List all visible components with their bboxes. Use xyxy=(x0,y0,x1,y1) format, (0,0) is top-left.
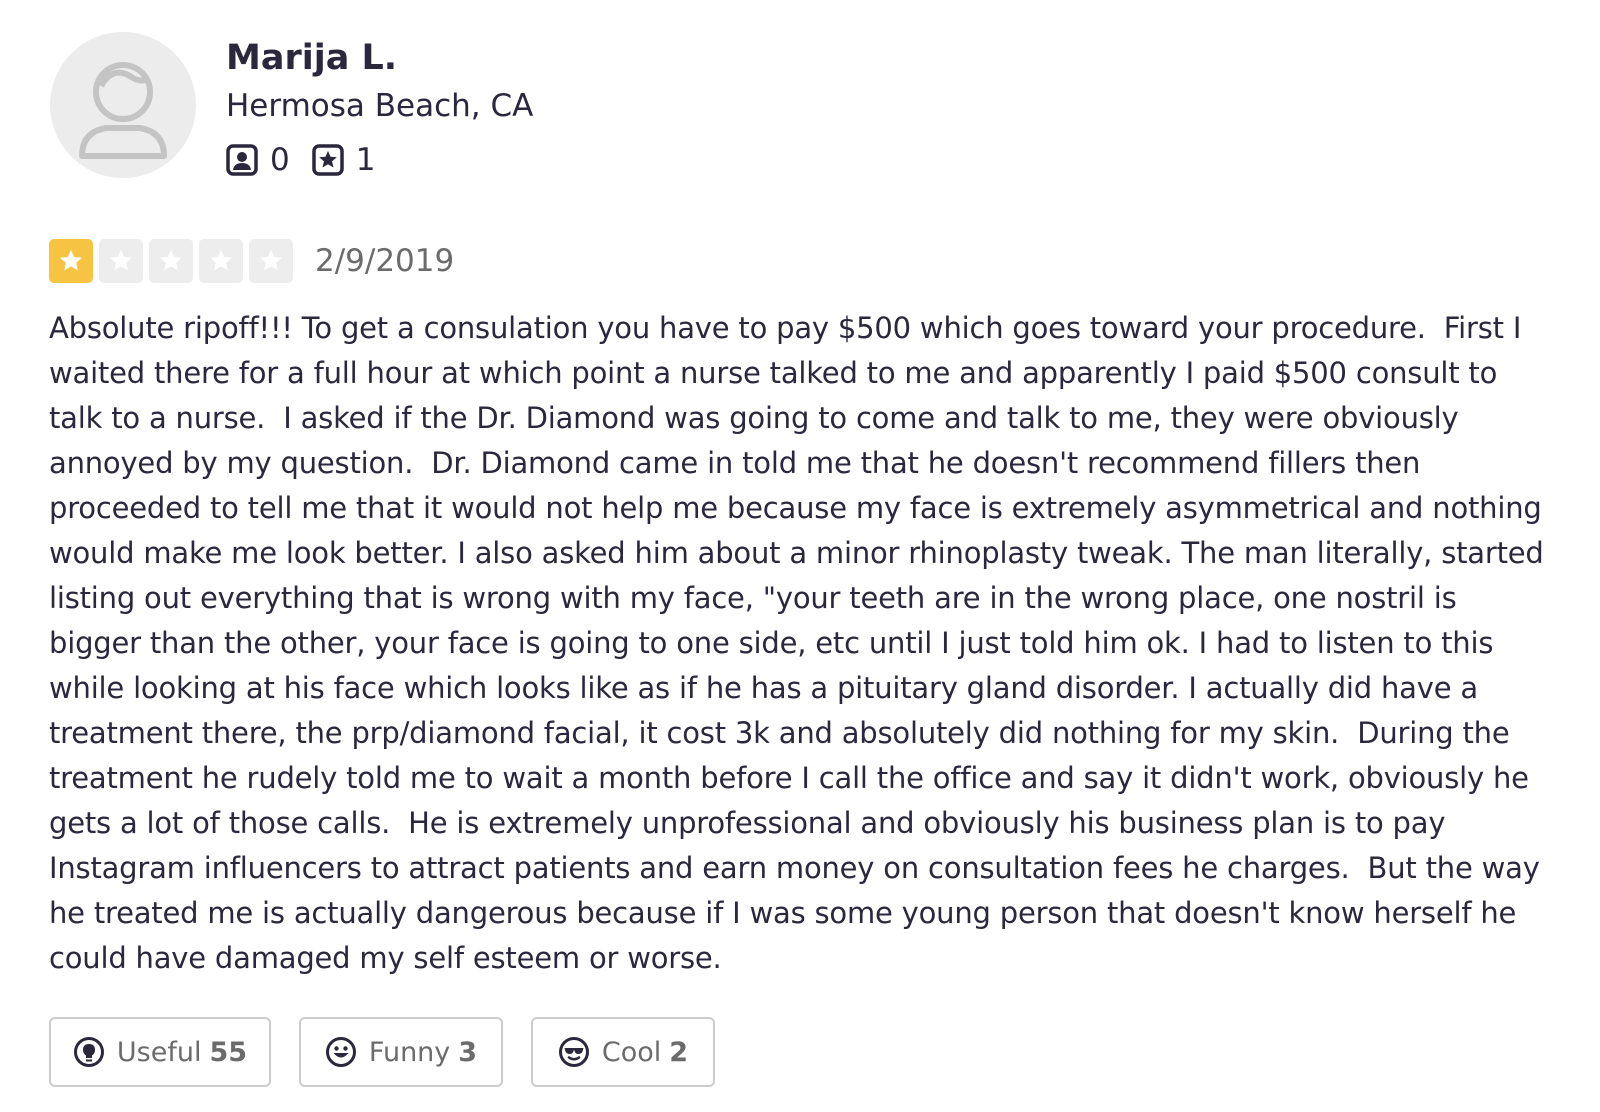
useful-label: Useful xyxy=(116,1036,202,1068)
star-rating xyxy=(49,238,299,283)
cool-count: 2 xyxy=(669,1036,689,1068)
star-empty xyxy=(99,238,143,283)
default-user-icon xyxy=(79,62,167,159)
avatar[interactable] xyxy=(50,32,196,178)
friends-icon xyxy=(226,144,258,176)
cool-button[interactable]: Cool 2 xyxy=(531,1017,715,1087)
star-icon xyxy=(110,249,132,270)
star-empty xyxy=(199,238,243,283)
useful-count: 55 xyxy=(209,1036,248,1068)
reviews-stat: 1 xyxy=(311,142,376,178)
funny-button[interactable]: Funny 3 xyxy=(299,1017,503,1087)
rating-row: 2/9/2019 xyxy=(49,237,454,284)
review-date: 2/9/2019 xyxy=(315,242,455,279)
lightbulb-icon xyxy=(73,1037,104,1067)
star-review-icon xyxy=(311,144,344,176)
star-icon xyxy=(60,249,82,270)
friends-stat: 0 xyxy=(226,142,290,178)
star-icon xyxy=(260,249,282,270)
sunglasses-icon xyxy=(558,1037,589,1067)
user-location: Hermosa Beach, CA xyxy=(226,88,534,124)
cool-label: Cool xyxy=(601,1036,662,1068)
reviews-count: 1 xyxy=(355,142,376,178)
star-empty xyxy=(149,238,193,283)
funny-label: Funny xyxy=(368,1036,451,1068)
reaction-buttons: Useful 55 Funny 3 Cool 2 xyxy=(49,1017,743,1087)
smiley-icon xyxy=(325,1037,356,1067)
user-name[interactable]: Marija L. xyxy=(226,36,397,80)
user-stats: 0 1 xyxy=(226,140,397,180)
funny-count: 3 xyxy=(458,1036,478,1068)
star-filled xyxy=(49,238,93,283)
review-text: Absolute ripoff!!! To get a consulation … xyxy=(49,311,1553,975)
star-icon xyxy=(210,249,232,270)
friends-count: 0 xyxy=(270,142,290,178)
star-empty xyxy=(249,238,293,283)
star-icon xyxy=(160,249,182,270)
useful-button[interactable]: Useful 55 xyxy=(49,1017,271,1087)
